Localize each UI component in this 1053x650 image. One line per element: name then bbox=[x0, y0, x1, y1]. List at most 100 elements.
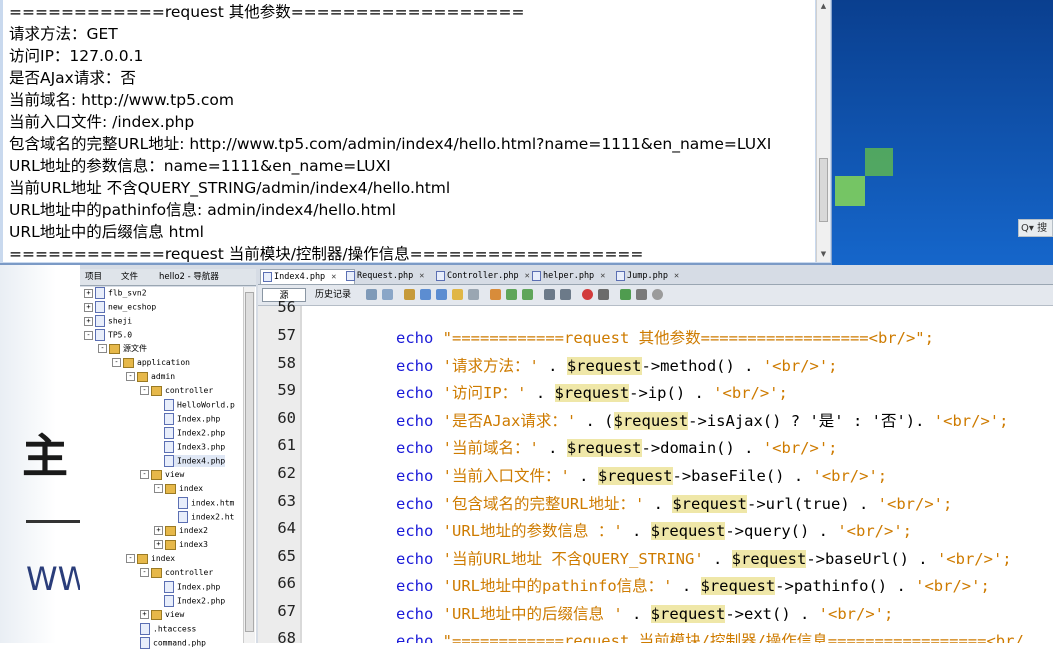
select-icon[interactable] bbox=[468, 289, 479, 300]
shift-left-icon[interactable] bbox=[544, 289, 555, 300]
tree-item[interactable]: - index bbox=[154, 483, 203, 495]
code-line: echo '当前域名：' . $request->domain() . '<br… bbox=[396, 439, 838, 457]
tree-item[interactable]: - controller bbox=[140, 385, 213, 397]
close-icon[interactable]: ✕ bbox=[419, 271, 424, 281]
shift-right-icon[interactable] bbox=[560, 289, 571, 300]
stop-macro-icon[interactable] bbox=[598, 289, 609, 300]
scrollbar-thumb[interactable] bbox=[245, 292, 254, 632]
tree-item[interactable]: HelloWorld.p bbox=[164, 399, 235, 411]
tree-item[interactable]: + new_ecshop bbox=[84, 301, 156, 313]
code-line: echo '请求方法：' . $request->method() . '<br… bbox=[396, 357, 838, 375]
tree-item[interactable]: index2.ht bbox=[178, 511, 234, 523]
tree-item[interactable]: Index.php bbox=[164, 581, 220, 593]
line-number: 61 bbox=[277, 436, 296, 454]
php-file-icon bbox=[616, 271, 625, 281]
tree-item[interactable]: Index3.php bbox=[164, 441, 225, 453]
tree-item-selected[interactable]: Index4.php bbox=[164, 455, 226, 467]
tree-scrollbar[interactable] bbox=[243, 287, 255, 643]
code-line: echo "============request 其他参数==========… bbox=[396, 329, 934, 347]
tree-item[interactable]: Index2.php bbox=[164, 595, 225, 607]
fold-margin bbox=[300, 306, 302, 643]
find-next-icon[interactable] bbox=[436, 289, 447, 300]
tree-item[interactable]: + index3 bbox=[154, 539, 208, 551]
tree-item[interactable]: .htaccess bbox=[140, 623, 196, 635]
background-heading: 主 bbox=[22, 429, 68, 483]
php-file-icon bbox=[436, 271, 445, 281]
line-number: 59 bbox=[277, 381, 296, 399]
tree-item[interactable]: + flb_svn2 bbox=[84, 287, 147, 299]
forward-icon[interactable] bbox=[382, 289, 393, 300]
close-icon[interactable]: ✕ bbox=[674, 271, 679, 281]
tab-navigator[interactable]: hello2 - 导航器 bbox=[156, 271, 222, 284]
line-number: 56 bbox=[277, 298, 296, 316]
history-button[interactable]: 历史记录 bbox=[312, 288, 354, 302]
next-bookmark-icon[interactable] bbox=[522, 289, 533, 300]
line-number: 57 bbox=[277, 326, 296, 344]
tab-index4[interactable]: Index4.php ✕ bbox=[260, 269, 355, 284]
tree-item[interactable]: index.htm bbox=[178, 497, 234, 509]
close-icon[interactable]: ✕ bbox=[331, 272, 336, 282]
bookmark-icon[interactable] bbox=[490, 289, 501, 300]
output-line: ============request 其他参数================… bbox=[9, 3, 525, 21]
ide-window: 项目 文件 hello2 - 导航器 + flb_svn2 + new_ecshop… bbox=[80, 265, 1053, 649]
scrollbar-thumb[interactable] bbox=[819, 158, 828, 222]
tree-item[interactable]: + sheji bbox=[84, 315, 132, 327]
code-editor[interactable]: echo "============request 其他参数==========… bbox=[300, 306, 1053, 643]
tree-item[interactable]: - controller bbox=[140, 567, 213, 579]
back-icon[interactable] bbox=[366, 289, 377, 300]
line-number: 64 bbox=[277, 519, 296, 537]
uncomment-icon[interactable] bbox=[636, 289, 647, 300]
scroll-down-icon[interactable]: ▼ bbox=[819, 250, 828, 259]
tree-item[interactable]: - 源文件 bbox=[98, 343, 147, 355]
output-line: 当前域名: http://www.tp5.com bbox=[9, 91, 234, 109]
tree-item[interactable]: - TP5.0 bbox=[84, 329, 132, 341]
tree-item[interactable]: Index.php bbox=[164, 413, 220, 425]
line-number: 62 bbox=[277, 464, 296, 482]
tab-jump[interactable]: Jump.php ✕ bbox=[614, 269, 697, 283]
tree-item[interactable]: - index bbox=[126, 553, 175, 565]
tree-item[interactable]: command.php bbox=[140, 637, 206, 649]
php-file-icon bbox=[263, 272, 272, 282]
code-line: echo '是否AJax请求：' . ($request->isAjax() ?… bbox=[396, 412, 1009, 430]
line-number: 68 bbox=[277, 629, 296, 647]
scroll-up-icon[interactable]: ▲ bbox=[819, 2, 828, 11]
tree-item[interactable]: + view bbox=[140, 609, 184, 621]
line-number: 63 bbox=[277, 492, 296, 510]
search-box[interactable]: Q▾ 搜 bbox=[1018, 219, 1053, 237]
tab-helper[interactable]: helper.php ✕ bbox=[530, 269, 623, 283]
output-scrollbar[interactable]: ▲ ▼ bbox=[816, 0, 830, 262]
output-line: 是否AJax请求：否 bbox=[9, 69, 136, 87]
tab-request[interactable]: Request.php ✕ bbox=[344, 269, 443, 283]
line-number: 67 bbox=[277, 602, 296, 620]
background-divider bbox=[26, 520, 86, 523]
tab-controller[interactable]: Controller.php ✕ bbox=[434, 269, 539, 283]
line-number: 66 bbox=[277, 574, 296, 592]
tree-item[interactable]: - application bbox=[112, 357, 190, 369]
comment-icon[interactable] bbox=[620, 289, 631, 300]
code-line: echo 'URL地址中的pathinfo信息：' . $request->pa… bbox=[396, 577, 990, 595]
code-line: echo "============request 当前模块/控制器/操作信息=… bbox=[396, 632, 1024, 643]
line-number: 60 bbox=[277, 409, 296, 427]
tab-project[interactable]: 项目 bbox=[82, 271, 105, 284]
close-icon[interactable]: ✕ bbox=[525, 271, 530, 281]
output-line: URL地址中的后缀信息 html bbox=[9, 223, 204, 241]
code-line: echo 'URL地址中的后缀信息 ' . $request->ext() . … bbox=[396, 605, 894, 623]
highlight-icon[interactable] bbox=[452, 289, 463, 300]
tree-item[interactable]: Index2.php bbox=[164, 427, 225, 439]
output-line: URL地址中的pathinfo信息: admin/index4/hello.ht… bbox=[9, 201, 396, 219]
database-icon[interactable] bbox=[652, 289, 663, 300]
tree-item[interactable]: - view bbox=[140, 469, 184, 481]
line-number: 65 bbox=[277, 547, 296, 565]
tab-files[interactable]: 文件 bbox=[118, 271, 141, 284]
find-icon[interactable] bbox=[404, 289, 415, 300]
tree-item[interactable]: - admin bbox=[126, 371, 175, 383]
project-tree: + flb_svn2 + new_ecshop + sheji - TP5.0 - 源文件… bbox=[80, 287, 256, 649]
output-line: 请求方法：GET bbox=[9, 25, 118, 43]
record-macro-icon[interactable] bbox=[582, 289, 593, 300]
tree-item[interactable]: + index2 bbox=[154, 525, 208, 537]
code-line: echo '当前入口文件：' . $request->baseFile() . … bbox=[396, 467, 888, 485]
browser-output-window: ============request 其他参数================… bbox=[0, 0, 832, 265]
close-icon[interactable]: ✕ bbox=[600, 271, 605, 281]
prev-bookmark-icon[interactable] bbox=[506, 289, 517, 300]
find-prev-icon[interactable] bbox=[420, 289, 431, 300]
